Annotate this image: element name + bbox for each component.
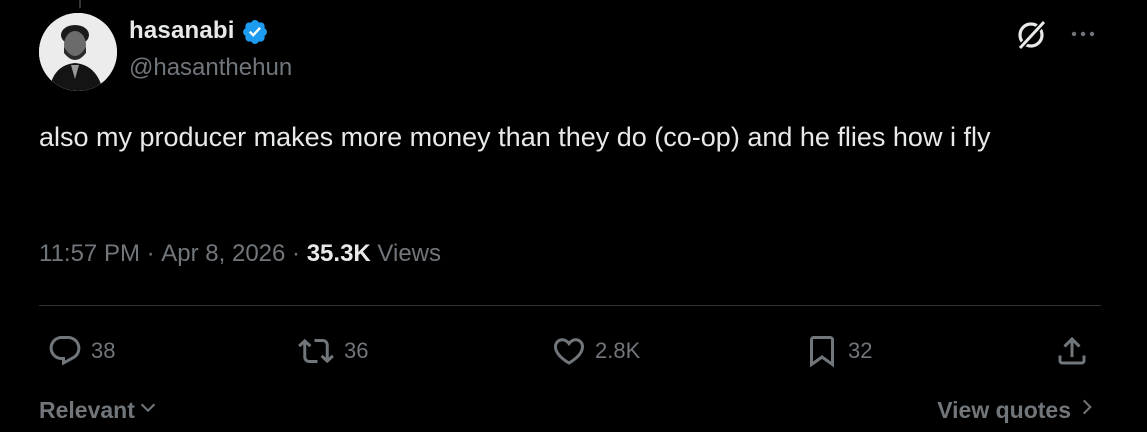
author-name-row[interactable]: hasanabi — [129, 16, 269, 46]
grok-icon[interactable] — [1013, 18, 1051, 52]
repost-icon — [296, 333, 336, 369]
reply-count: 38 — [91, 338, 116, 363]
repost-count: 36 — [344, 338, 369, 363]
reply-icon — [47, 333, 83, 369]
thread-line — [79, 0, 81, 8]
display-name[interactable]: hasanabi — [129, 17, 235, 45]
views-count: 35.3K — [306, 240, 371, 267]
meta-separator: · — [285, 240, 307, 267]
chevron-right-icon — [1077, 396, 1097, 424]
tweet-meta: 11:57 PM · Apr 8, 2026 · 35.3K Views — [39, 240, 441, 268]
sort-replies-dropdown[interactable]: Relevant — [39, 396, 159, 424]
sort-label: Relevant — [39, 396, 135, 423]
tweet-date[interactable]: Apr 8, 2026 — [161, 240, 285, 268]
repost-button[interactable]: 36 — [296, 333, 368, 369]
view-quotes-link[interactable]: View quotes — [937, 396, 1097, 424]
view-quotes-label: View quotes — [937, 396, 1071, 423]
bookmark-icon — [804, 333, 840, 369]
tweet-text: also my producer makes more money than t… — [39, 122, 991, 152]
meta-separator: · — [139, 240, 162, 267]
tweet-time[interactable]: 11:57 PM — [39, 240, 140, 268]
share-button[interactable] — [1054, 333, 1090, 369]
bookmark-count: 32 — [848, 338, 873, 363]
chevron-down-icon — [137, 396, 159, 424]
reply-button[interactable]: 38 — [47, 333, 115, 369]
author-handle[interactable]: @hasanthehun — [129, 54, 292, 82]
divider — [39, 305, 1101, 306]
like-button[interactable]: 2.8K — [551, 333, 640, 369]
heart-icon — [551, 333, 587, 369]
more-options-icon[interactable] — [1065, 20, 1101, 48]
bookmark-button[interactable]: 32 — [804, 333, 872, 369]
share-icon — [1054, 333, 1090, 369]
avatar[interactable] — [39, 13, 117, 91]
verified-badge-icon[interactable] — [241, 18, 269, 46]
like-count: 2.8K — [595, 338, 641, 363]
views-label: Views — [370, 240, 442, 267]
